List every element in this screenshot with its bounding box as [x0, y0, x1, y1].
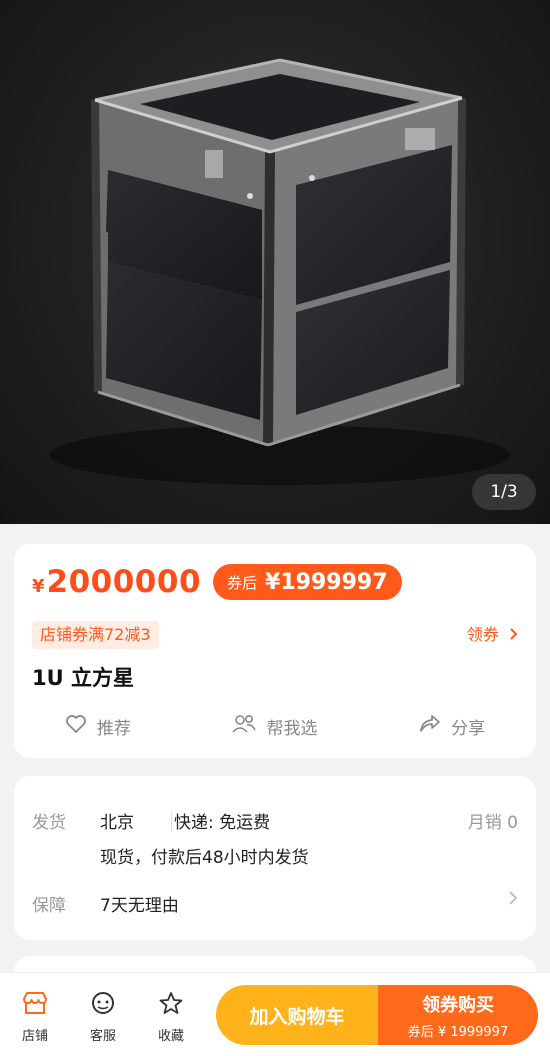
share-icon — [419, 714, 451, 739]
guarantee-text: 7天无理由 — [100, 896, 179, 916]
shop-coupon-badge[interactable]: 店铺券满72减3 — [32, 621, 159, 649]
recommend-button[interactable]: 推荐 — [65, 711, 131, 741]
price: 2000000 — [46, 564, 202, 600]
nav-shop-label: 店铺 — [21, 1029, 48, 1044]
stock-note: 现货，付款后48小时内发货 — [100, 848, 309, 868]
shipping-card[interactable]: 发货 北京 快递: 免运费 月销 0 现货，付款后48小时内发货 保障 7天无理… — [14, 776, 536, 940]
express-info: 快递: 免运费 — [174, 813, 271, 833]
price-row: ¥ 2000000 券后 ¥1999997 — [32, 562, 402, 602]
product-image[interactable]: 1/3 — [0, 0, 550, 524]
service-icon — [90, 991, 116, 1019]
buy-label: 领券购买 — [422, 994, 494, 1016]
coupon-tag: 券后 — [227, 573, 258, 592]
price-card: ¥ 2000000 券后 ¥1999997 店铺券满72减3 领券 1U 立方星… — [14, 544, 536, 758]
chevron-right-icon — [510, 625, 518, 644]
heart-icon — [65, 714, 97, 739]
share-label: 分享 — [451, 718, 486, 739]
star-icon — [158, 991, 184, 1019]
shipping-origin: 北京 — [100, 813, 134, 833]
get-coupon-link[interactable]: 领券 — [467, 621, 518, 649]
help-choose-button[interactable]: 帮我选 — [232, 711, 317, 741]
recommend-label: 推荐 — [96, 718, 131, 739]
product-title: 1U 立方星 — [32, 666, 134, 690]
cubesat-illustration — [50, 58, 510, 485]
image-counter: 1/3 — [472, 474, 536, 510]
nav-service-label: 客服 — [89, 1029, 116, 1044]
currency-symbol: ¥ — [32, 575, 45, 597]
nav-service[interactable]: 客服 — [78, 991, 128, 1044]
buy-sub-label: 券后 ¥ 1999997 — [407, 1024, 509, 1040]
help-choose-label: 帮我选 — [266, 718, 318, 739]
nav-shop[interactable]: 店铺 — [10, 991, 60, 1044]
shipping-label: 发货 — [32, 813, 66, 833]
guarantee-label: 保障 — [32, 896, 66, 916]
action-row: 推荐 帮我选 分享 — [14, 711, 536, 741]
shop-icon — [22, 991, 48, 1019]
add-to-cart-button[interactable]: 加入购物车 — [216, 985, 378, 1045]
coupon-price: ¥1999997 — [265, 569, 388, 595]
buy-with-coupon-button[interactable]: 领券购买 券后 ¥ 1999997 — [378, 985, 538, 1045]
chevron-right-icon[interactable] — [509, 890, 518, 909]
nav-favorite-label: 收藏 — [157, 1029, 184, 1044]
share-button[interactable]: 分享 — [419, 711, 485, 741]
nav-favorite[interactable]: 收藏 — [146, 991, 196, 1044]
divider — [171, 813, 172, 831]
coupon-price-badge: 券后 ¥1999997 — [213, 564, 402, 600]
get-coupon-label: 领券 — [466, 625, 499, 644]
bottom-bar: 店铺 客服 收藏 加入购物车 领券购买 券后 ¥ 1999997 — [0, 972, 550, 1056]
monthly-sales: 月销 0 — [467, 813, 518, 833]
people-icon — [232, 714, 266, 739]
